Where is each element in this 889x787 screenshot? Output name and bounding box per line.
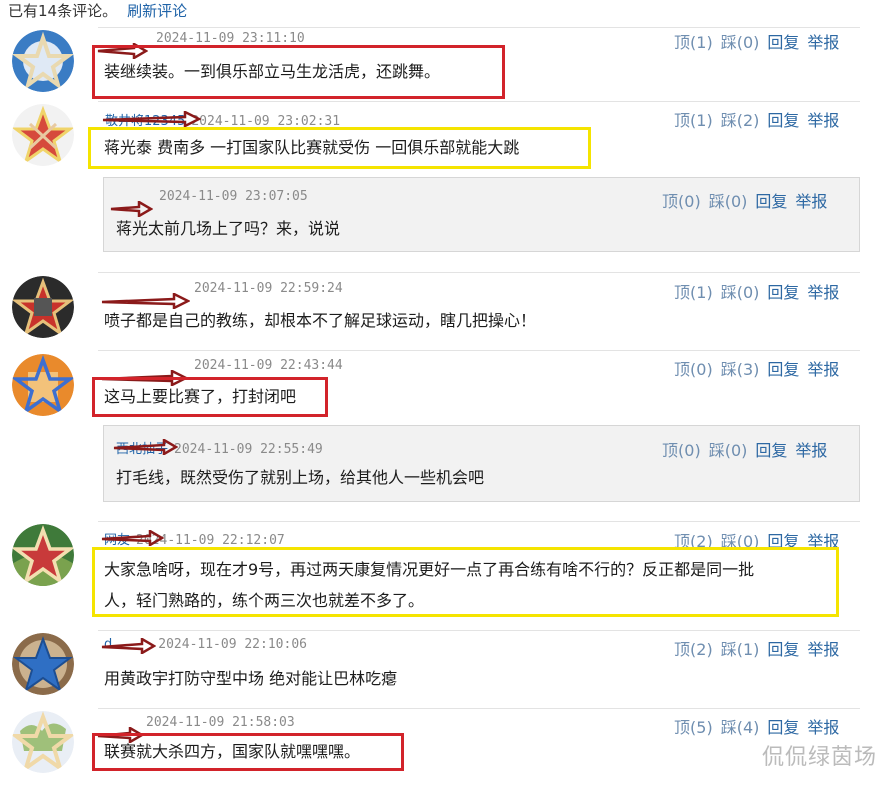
reply-link[interactable]: 回复 (767, 33, 799, 52)
comment-time: 2024-11-09 22:59:24 (194, 281, 343, 296)
redaction-arrow (101, 530, 164, 546)
refresh-comments-link[interactable]: 刷新评论 (127, 2, 187, 20)
report-link[interactable]: 举报 (807, 640, 839, 659)
reply-text: 蒋光太前几场上了吗？来，说说 (116, 219, 341, 238)
reply-actions: 顶(0) 踩(0) 回复 举报 (654, 437, 827, 461)
report-link[interactable]: 举报 (807, 283, 839, 302)
upvote-link[interactable]: 顶(5) (674, 718, 713, 737)
redaction-arrow (113, 439, 178, 455)
comment-divider (98, 630, 860, 631)
avatar[interactable] (12, 711, 74, 773)
upvote-link[interactable]: 顶(1) (674, 111, 713, 130)
comment-divider (98, 27, 860, 28)
avatar[interactable] (12, 354, 74, 416)
comment-text-line-2: 人，轻门熟路的，练个两三次也就差不多了。 (104, 591, 425, 610)
reply-link[interactable]: 回复 (755, 192, 787, 211)
comment-divider (98, 708, 860, 709)
avatar[interactable] (12, 524, 74, 586)
comment-divider (98, 350, 860, 351)
reply-link[interactable]: 回复 (767, 283, 799, 302)
username[interactable]: 西北抽子 (113, 438, 178, 457)
report-link[interactable]: 举报 (807, 111, 839, 130)
comment-actions: 顶(1) 踩(0) 回复 举报 (666, 29, 839, 53)
avatar[interactable] (12, 633, 74, 695)
avatar[interactable] (12, 276, 74, 338)
comment-actions: 顶(1) 踩(2) 回复 举报 (666, 107, 839, 131)
reply-link[interactable]: 回复 (767, 111, 799, 130)
upvote-link[interactable]: 顶(0) (662, 441, 701, 460)
comment-meta: d 2024-11-09 22:10:06 (101, 637, 307, 659)
downvote-link[interactable]: 踩(2) (721, 111, 760, 130)
avatar[interactable] (12, 30, 74, 92)
reply-link[interactable]: 回复 (767, 360, 799, 379)
comment-header: 已有14条评论。 刷新评论 (8, 0, 187, 21)
comment-count: 已有14条评论。 (8, 2, 118, 20)
reply-link[interactable]: 回复 (755, 441, 787, 460)
comment-actions: 顶(2) 踩(1) 回复 举报 (666, 636, 839, 660)
downvote-link[interactable]: 踩(4) (721, 718, 760, 737)
redaction-arrow (101, 638, 156, 654)
comment-text: 蒋光泰 费南多 一打国家队比赛就受伤 一回俱乐部就能大跳 (104, 138, 520, 157)
report-link[interactable]: 举报 (807, 33, 839, 52)
reply-meta: 西北抽子 2024-11-09 22:55:49 (113, 438, 323, 460)
reply-time: 2024-11-09 22:55:49 (174, 442, 323, 457)
downvote-link[interactable]: 踩(1) (721, 640, 760, 659)
username[interactable]: 网友 (101, 529, 164, 548)
report-link[interactable]: 举报 (807, 360, 839, 379)
downvote-link[interactable]: 踩(0) (709, 192, 748, 211)
reply-link[interactable]: 回复 (767, 640, 799, 659)
upvote-link[interactable]: 顶(0) (674, 360, 713, 379)
report-link[interactable]: 举报 (795, 441, 827, 460)
upvote-link[interactable]: 顶(2) (674, 640, 713, 659)
downvote-link[interactable]: 踩(0) (709, 441, 748, 460)
comment-text: 用黄政宇打防守型中场 绝对能让巴林吃瘪 (104, 669, 398, 688)
comment-divider (98, 101, 860, 102)
reply-time: 2024-11-09 23:07:05 (159, 189, 308, 204)
comment-divider (98, 521, 860, 522)
watermark: 侃侃绿茵场 (761, 745, 877, 770)
reply-text: 打毛线，既然受伤了就别上场，给其他人一些机会吧 (116, 468, 485, 487)
downvote-link[interactable]: 踩(3) (721, 360, 760, 379)
comment-text: 喷子都是自己的教练，却根本不了解足球运动，瞎几把操心！ (104, 311, 537, 330)
comment-text: 装继续装。一到俱乐部立马生龙活虎，还跳舞。 (104, 62, 441, 81)
reply-actions: 顶(0) 踩(0) 回复 举报 (654, 188, 827, 212)
comment-time: 2024-11-09 23:11:10 (156, 31, 305, 46)
downvote-link[interactable]: 踩(0) (721, 283, 760, 302)
reply-link[interactable]: 回复 (767, 718, 799, 737)
downvote-link[interactable]: 踩(0) (721, 33, 760, 52)
upvote-link[interactable]: 顶(0) (662, 192, 701, 211)
comment-divider (98, 272, 860, 273)
username[interactable]: d (101, 637, 156, 654)
comment-meta: 2024-11-09 22:59:24 (101, 281, 343, 309)
report-link[interactable]: 举报 (807, 718, 839, 737)
report-link[interactable]: 举报 (795, 192, 827, 211)
comment-time: 2024-11-09 22:43:44 (194, 358, 343, 373)
comment-time: 2024-11-09 21:58:03 (146, 715, 295, 730)
avatar[interactable] (12, 104, 74, 166)
comment-actions: 顶(0) 踩(3) 回复 举报 (666, 356, 839, 380)
upvote-link[interactable]: 顶(1) (674, 283, 713, 302)
redaction-arrow (102, 111, 201, 127)
comment-text: 联赛就大杀四方，国家队就嘿嘿嘿。 (104, 742, 361, 761)
comment-time: 2024-11-09 22:10:06 (158, 637, 307, 652)
upvote-link[interactable]: 顶(1) (674, 33, 713, 52)
comment-actions: 顶(1) 踩(0) 回复 举报 (666, 279, 839, 303)
comment-text-line-1: 大家急啥呀，现在才9号，再过两天康复情况更好一点了再合练有啥不行的？反正都是同一… (104, 560, 755, 579)
reply-meta: 2024-11-09 23:07:05 (110, 189, 308, 217)
comment-actions: 顶(5) 踩(4) 回复 举报 (666, 714, 839, 738)
comment-text: 这马上要比赛了，打封闭吧 (104, 387, 297, 406)
